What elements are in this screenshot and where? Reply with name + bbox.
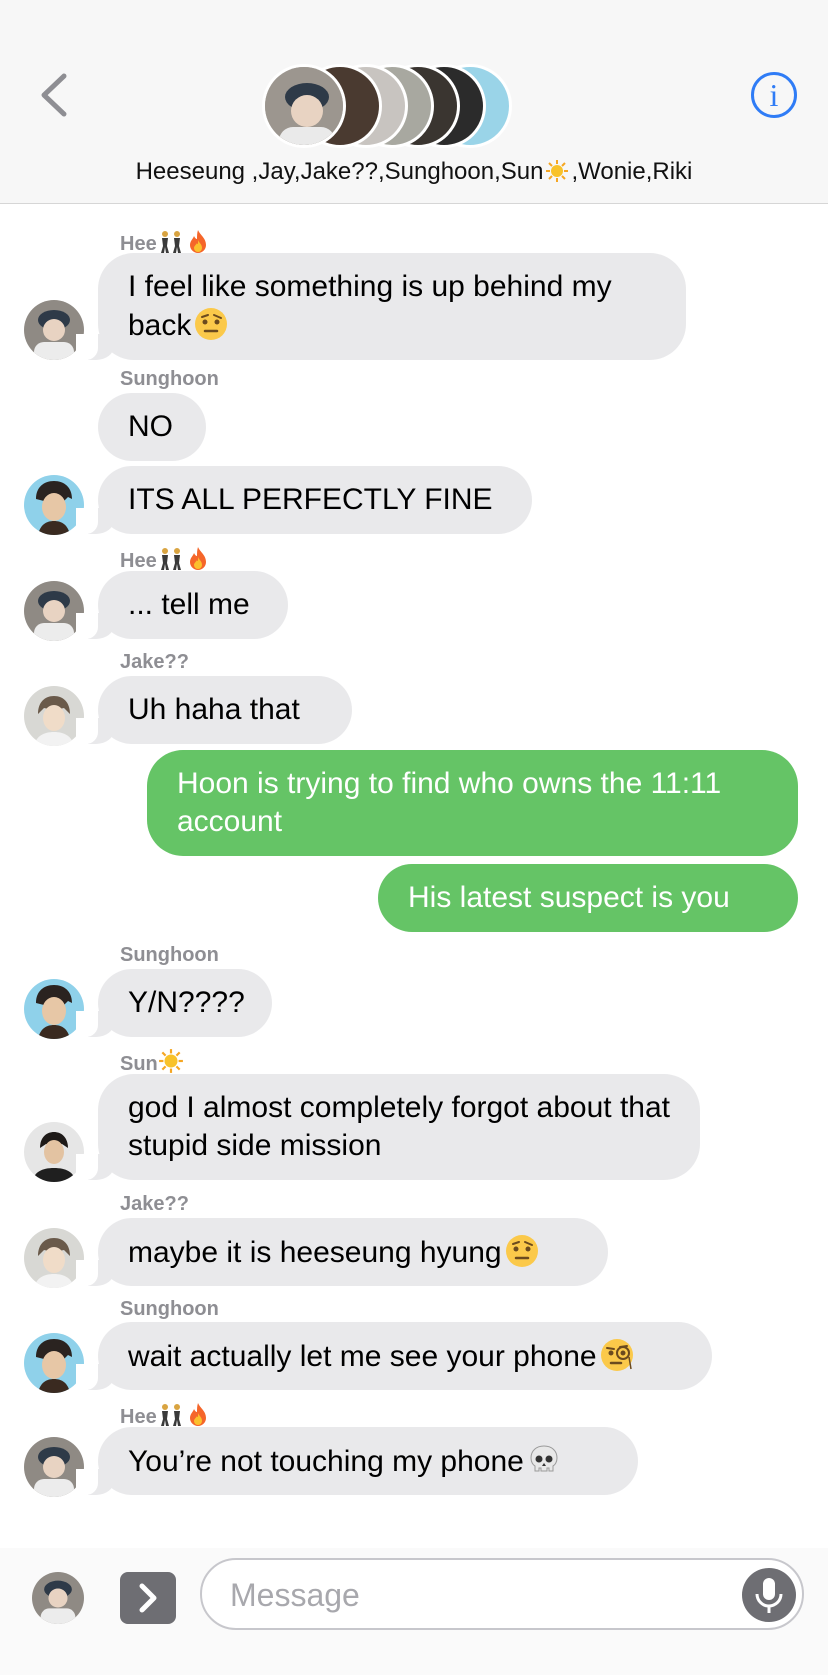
raised-eyebrow-emoji-icon xyxy=(505,1235,538,1267)
avatar-heeseung xyxy=(262,64,346,148)
sent-message-bubble[interactable]: His latest suspect is you xyxy=(378,864,798,932)
fire-emoji-icon xyxy=(189,547,206,570)
avatar-sunghoon[interactable] xyxy=(24,475,84,535)
sender-label: Hee xyxy=(120,545,211,572)
message-input[interactable] xyxy=(230,1574,700,1616)
apps-button[interactable] xyxy=(120,1572,176,1624)
message-bubble[interactable]: NO xyxy=(98,393,206,461)
avatar-jake[interactable] xyxy=(24,686,84,746)
sun-emoji-icon xyxy=(546,160,569,182)
message-field[interactable] xyxy=(200,1558,804,1630)
message-bubble[interactable]: I feel like something is up behind my ba… xyxy=(76,253,686,360)
group-avatar-stack[interactable] xyxy=(262,64,512,148)
message-bubble[interactable]: ... tell me xyxy=(76,571,288,639)
skull-emoji-icon xyxy=(530,1445,558,1472)
sender-label: Sun xyxy=(120,1048,184,1075)
group-title: Heeseung ,Jay,Jake??,Sunghoon,Sun ,Wonie,… xyxy=(0,158,828,186)
message-bubble[interactable]: god I almost completely forgot about tha… xyxy=(76,1074,700,1180)
avatar-heeseung[interactable] xyxy=(24,1437,84,1497)
fire-emoji-icon xyxy=(189,1403,206,1426)
group-title-part-2: ,Wonie,Riki xyxy=(571,158,693,185)
monocle-face-emoji-icon xyxy=(600,1339,633,1371)
message-bubble[interactable]: Uh haha that xyxy=(76,676,352,744)
sender-label: Sunghoon xyxy=(120,944,219,966)
sender-label: Sunghoon xyxy=(120,368,219,390)
dancers-emoji-icon xyxy=(160,231,181,253)
avatar-sunghoon[interactable] xyxy=(24,1333,84,1393)
message-bubble[interactable]: maybe it is heeseung hyung xyxy=(76,1218,608,1286)
avatar-sunghoon[interactable] xyxy=(24,979,84,1039)
microphone-icon xyxy=(755,1578,783,1613)
chevron-right-icon xyxy=(139,1583,157,1613)
sender-label: Sunghoon xyxy=(120,1298,219,1320)
message-bubble[interactable]: wait actually let me see your phone xyxy=(76,1322,712,1390)
message-bubble[interactable]: ITS ALL PERFECTLY FINE xyxy=(76,466,532,534)
my-avatar[interactable] xyxy=(32,1572,84,1624)
group-title-part-1: Heeseung ,Jay,Jake??,Sunghoon,Sun xyxy=(135,158,544,185)
sender-label: Hee xyxy=(120,228,211,255)
avatar-heeseung[interactable] xyxy=(24,581,84,641)
sender-label: Jake?? xyxy=(120,1193,189,1215)
back-chevron-icon[interactable] xyxy=(36,70,76,120)
dancers-emoji-icon xyxy=(160,1404,181,1426)
microphone-button[interactable] xyxy=(742,1568,796,1622)
sun-emoji-icon xyxy=(158,1049,183,1073)
sent-message-bubble[interactable]: Hoon is trying to find who owns the 11:1… xyxy=(147,750,798,856)
conversation-header: i Heeseung ,Jay,Jake??,Sunghoon,Sun ,Woni… xyxy=(0,0,828,204)
raised-eyebrow-emoji-icon xyxy=(195,308,228,340)
avatar-sun[interactable] xyxy=(24,1122,84,1182)
avatar-heeseung[interactable] xyxy=(24,300,84,360)
sender-label: Hee xyxy=(120,1401,211,1428)
avatar-jake[interactable] xyxy=(24,1228,84,1288)
info-icon[interactable]: i xyxy=(751,72,797,118)
sender-label: Jake?? xyxy=(120,651,189,673)
message-bubble[interactable]: Y/N???? xyxy=(76,969,272,1037)
fire-emoji-icon xyxy=(189,230,206,253)
dancers-emoji-icon xyxy=(160,548,181,570)
message-bubble[interactable]: You’re not touching my phone xyxy=(76,1427,638,1495)
